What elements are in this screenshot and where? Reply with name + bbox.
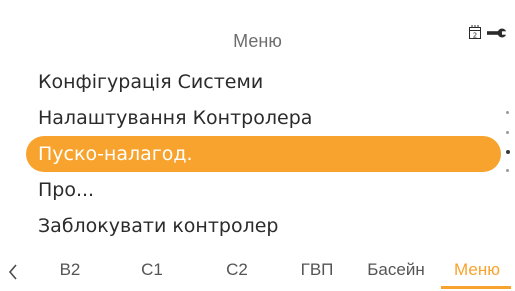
menu-item-system-configuration[interactable]: Конфігурація Системи [38, 64, 263, 100]
tab-bar: B2 C1 C2 ГВП Басейн Меню [0, 257, 515, 287]
scroll-dot [506, 169, 509, 172]
scroll-indicator [505, 111, 513, 179]
tab-dhw[interactable]: ГВП [289, 257, 345, 283]
tab-c1[interactable]: C1 [127, 257, 177, 283]
tab-b2[interactable]: B2 [45, 257, 95, 283]
scroll-dot [506, 111, 509, 114]
menu-item-lock-controller[interactable]: Заблокувати контролер [38, 208, 279, 244]
menu-item-about[interactable]: Про... [38, 172, 94, 208]
active-tab-indicator [441, 286, 511, 289]
menu-item-controller-settings[interactable]: Налаштування Контролера [38, 100, 312, 136]
tab-menu[interactable]: Меню [444, 257, 510, 283]
scroll-dot [506, 131, 509, 134]
tab-c2[interactable]: C2 [212, 257, 262, 283]
page-title: Меню [233, 31, 282, 51]
menu-item-commissioning[interactable]: Пуско-налагод. [26, 136, 501, 172]
tab-pool[interactable]: Басейн [361, 257, 431, 283]
scroll-dot-active [506, 150, 510, 154]
